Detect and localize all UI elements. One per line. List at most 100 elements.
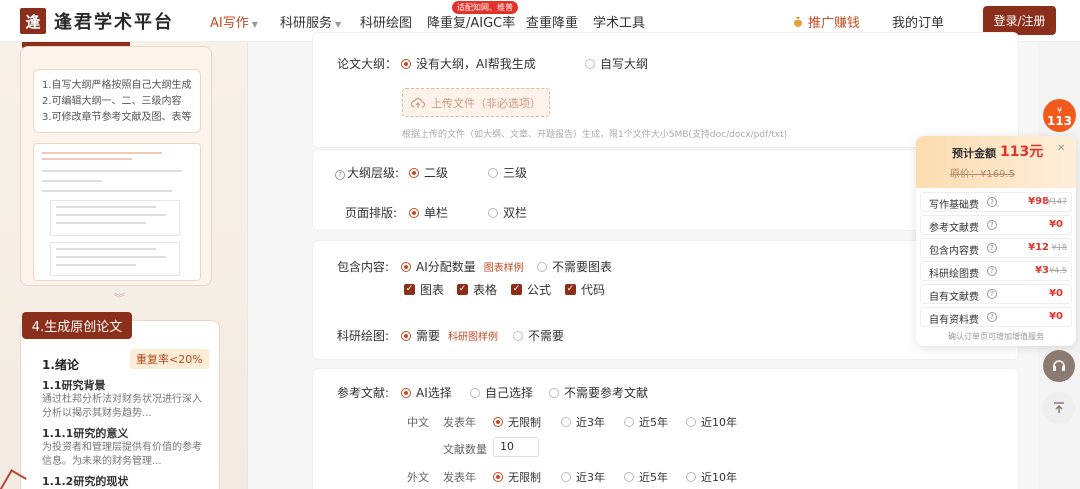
radio-checked-icon xyxy=(493,472,503,482)
sample-heading-1: 1.绪论 xyxy=(42,358,79,372)
radio-icon xyxy=(513,330,523,341)
price-row: 自有资料费? ¥0 xyxy=(920,307,1072,327)
close-icon[interactable]: ✕ xyxy=(1057,143,1065,154)
cloud-upload-icon xyxy=(411,97,425,108)
content-ai-radio[interactable]: AI分配数量 图表样例 xyxy=(401,258,524,275)
nav-reduce-aigc[interactable]: 降重复/AIGC率 xyxy=(427,12,515,31)
level-3-radio[interactable]: 三级 xyxy=(488,164,527,181)
nav-check-reduce[interactable]: 查重降重 xyxy=(526,12,578,31)
help-icon[interactable]: ? xyxy=(987,220,997,230)
price-note: 确认订单页可增加增值服务 xyxy=(948,332,1044,341)
sample-paragraph: 通过杜邦分析法对财务状况进行深入分析以揭示其财务趋势... xyxy=(42,394,202,419)
nav-research-drawing[interactable]: 科研绘图 xyxy=(360,12,412,31)
instruction-line: 3.可修改章节参考文献及图、表等 xyxy=(42,112,192,123)
help-icon[interactable]: ? xyxy=(987,243,997,253)
nav-research-service[interactable]: 科研服务 ▼ xyxy=(280,12,341,31)
upload-hint: 根据上传的文件（如大纲、文章、开题报告）生成，限1个文件大小5MB(支持doc/… xyxy=(402,130,788,140)
help-icon[interactable]: ? xyxy=(335,170,345,180)
estimated-price-total: 113元 xyxy=(1000,144,1044,160)
help-icon[interactable]: ? xyxy=(987,266,997,276)
money-bag-icon xyxy=(794,17,802,27)
back-to-top-button[interactable] xyxy=(1043,392,1075,424)
cn-year-unlimited-radio[interactable]: 无限制 xyxy=(493,414,541,430)
outline-preview-image xyxy=(33,143,201,281)
radio-icon xyxy=(686,417,696,427)
outline-self-radio[interactable]: 自写大纲 xyxy=(585,55,648,72)
checkbox-chart[interactable]: ✓ 图表 xyxy=(404,281,444,298)
publish-year-label: 发表年 xyxy=(443,416,476,429)
include-content-label: 包含内容: xyxy=(337,260,390,274)
my-orders-link[interactable]: 我的订单 xyxy=(892,12,944,31)
radio-icon xyxy=(537,261,547,272)
instruction-line: 2.可编辑大纲一、二、三级内容 xyxy=(42,96,182,107)
original-price: 原价：¥169.5 xyxy=(950,169,1015,180)
nav-academic-tools[interactable]: 学术工具 xyxy=(593,12,645,31)
fg-year-10-radio[interactable]: 近10年 xyxy=(686,469,737,485)
radio-icon xyxy=(624,472,634,482)
price-row: 写作基础费? ¥98 ¥147 xyxy=(920,192,1072,212)
headset-icon xyxy=(1053,360,1065,371)
estimated-price-title: 预计金额 xyxy=(952,147,996,160)
help-icon[interactable]: ? xyxy=(987,197,997,207)
sample-heading-1-1: 1.1研究背景 xyxy=(42,379,106,392)
chevron-down-icon: ▼ xyxy=(335,20,342,29)
refs-ai-radio[interactable]: AI选择 xyxy=(401,384,452,401)
radio-icon xyxy=(470,387,480,398)
level-2-radio[interactable]: 二级 xyxy=(409,164,448,181)
upload-file-button[interactable]: 上传文件（非必选项） xyxy=(402,88,550,117)
cn-year-10-radio[interactable]: 近10年 xyxy=(686,414,737,430)
fg-year-unlimited-radio[interactable]: 无限制 xyxy=(493,469,541,485)
checkbox-code[interactable]: ✓ 代码 xyxy=(565,281,605,298)
radio-icon xyxy=(488,207,498,218)
refs-none-radio[interactable]: 不需要参考文献 xyxy=(549,384,648,401)
drawing-sample-link[interactable]: 科研图样例 xyxy=(448,328,498,343)
price-row: 自有文献费? ¥0 xyxy=(920,284,1072,304)
chart-sample-link[interactable]: 图表样例 xyxy=(484,259,524,274)
nav-ai-writing[interactable]: AI写作 ▼ xyxy=(210,12,258,31)
help-icon[interactable]: ? xyxy=(987,289,997,299)
format-card: ? 大纲层级: 二级 三级 页面排版: 单栏 双栏 xyxy=(312,149,1019,231)
radio-icon xyxy=(561,417,571,427)
login-register-button[interactable]: 登录/注册 xyxy=(983,6,1056,35)
refs-self-radio[interactable]: 自己选择 xyxy=(470,384,533,401)
content-none-radio[interactable]: 不需要图表 xyxy=(537,258,612,275)
checkbox-formula[interactable]: ✓ 公式 xyxy=(511,281,551,298)
drawing-need-radio[interactable]: 需要 科研图样例 xyxy=(401,327,498,344)
customer-service-button[interactable] xyxy=(1043,350,1075,382)
checkbox-checked-icon: ✓ xyxy=(404,284,415,295)
chevron-down-icon: ︾ xyxy=(114,292,125,305)
logo-text: 逢君学术平台 xyxy=(54,12,174,33)
promo-link[interactable]: 推广赚钱 xyxy=(792,12,860,31)
outline-card: 论文大纲： 没有大纲，AI帮我生成 自写大纲 上传文件（非必选项） 根据上传的文… xyxy=(312,32,1019,148)
instruction-line: 1.自写大纲严格按照自己大纲生成 xyxy=(42,80,192,91)
step4-title: 4.生成原创论文 xyxy=(22,312,132,339)
drawing-none-radio[interactable]: 不需要 xyxy=(513,327,564,344)
content-card: 包含内容: AI分配数量 图表样例 不需要图表 ✓ 图表 ✓ 表格 ✓ 公式 ✓ 代码 科… xyxy=(312,240,1019,360)
step3-card: 1.自写大纲严格按照自己大纲生成 2.可编辑大纲一、二、三级内容 3.可修改章节… xyxy=(20,46,212,286)
radio-icon xyxy=(585,58,595,69)
fg-year-5-radio[interactable]: 近5年 xyxy=(624,469,668,485)
radio-icon xyxy=(488,167,498,178)
sample-heading-1-1-1: 1.1.1研究的意义 xyxy=(42,427,129,440)
ref-count-input[interactable]: 10 xyxy=(493,437,539,457)
cn-year-5-radio[interactable]: 近5年 xyxy=(624,414,668,430)
price-row: 科研绘图费? ¥3 ¥4.5 xyxy=(920,261,1072,281)
ref-count-label: 文献数量 xyxy=(443,443,487,456)
price-bubble[interactable]: ¥ 113 xyxy=(1043,99,1076,132)
fg-year-3-radio[interactable]: 近3年 xyxy=(561,469,605,485)
step3-instructions: 1.自写大纲严格按照自己大纲生成 2.可编辑大纲一、二、三级内容 3.可修改章节… xyxy=(33,69,201,133)
checkbox-table[interactable]: ✓ 表格 xyxy=(457,281,497,298)
layout-single-radio[interactable]: 单栏 xyxy=(409,204,448,221)
outline-ai-radio[interactable]: 没有大纲，AI帮我生成 xyxy=(401,55,536,72)
layout-double-radio[interactable]: 双栏 xyxy=(488,204,527,221)
estimated-price-panel: 预计金额 113元 原价：¥169.5 ✕ 写作基础费? ¥98 ¥147 参考文献… xyxy=(916,136,1076,346)
radio-checked-icon xyxy=(401,387,411,398)
price-row: 包含内容费? ¥12 ¥18 xyxy=(920,238,1072,258)
radio-checked-icon xyxy=(409,167,419,178)
help-icon[interactable]: ? xyxy=(987,312,997,322)
radio-checked-icon xyxy=(409,207,419,218)
logo[interactable]: 逢 逢君学术平台 xyxy=(20,8,174,34)
foreign-refs-label: 外文 xyxy=(407,471,429,484)
cn-year-3-radio[interactable]: 近3年 xyxy=(561,414,605,430)
outline-label: 论文大纲： xyxy=(337,57,398,71)
